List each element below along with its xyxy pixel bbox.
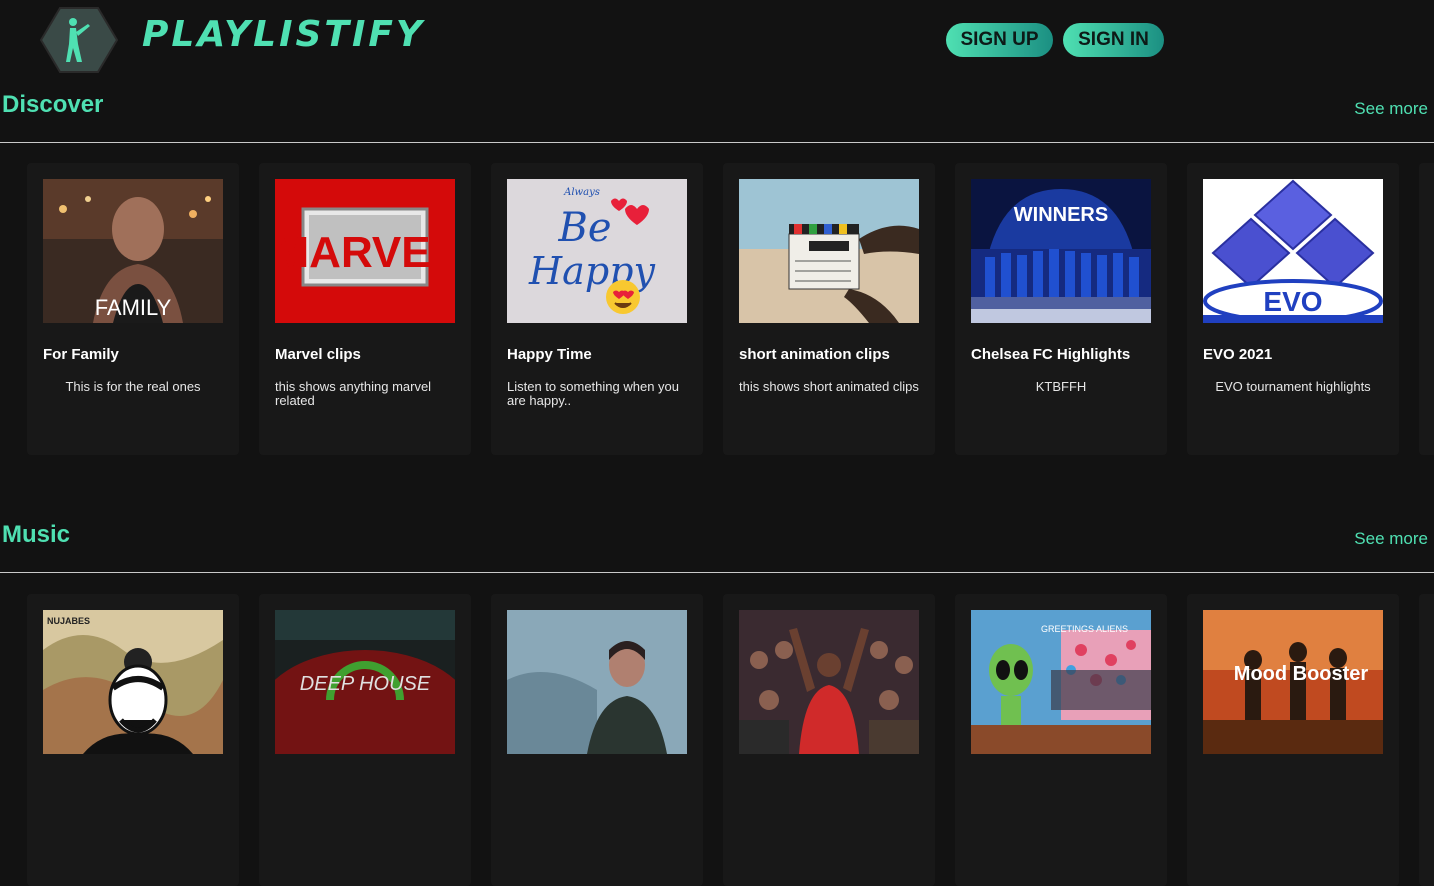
see-more-music-link[interactable]: See more [1354, 529, 1428, 549]
man-portrait-image [507, 610, 687, 754]
svg-text:NUJABES: NUJABES [47, 616, 90, 626]
card-description: this shows short animated clips [739, 379, 919, 394]
svg-text:Always: Always [563, 187, 600, 198]
see-more-discover-link[interactable]: See more [1354, 99, 1428, 119]
playlist-card[interactable]: NUJABES [27, 594, 239, 886]
marvel-logo-image: MARVEL [275, 179, 455, 323]
svg-text:Be: Be [557, 205, 611, 251]
brand-name[interactable]: PLAYLISTIFY [142, 14, 425, 55]
playlist-card[interactable]: EVO EVO 2021 EVO tournament highlights [1187, 163, 1399, 455]
card-title: EVO 2021 [1203, 346, 1273, 363]
header: PLAYLISTIFY SIGN UP SIGN IN [0, 0, 1434, 82]
card-description: EVO tournament highlights [1215, 379, 1371, 394]
deep-house-image: DEEP HOUSE [275, 610, 455, 754]
svg-text:DEEP HOUSE: DEEP HOUSE [300, 673, 431, 695]
sign-up-button[interactable]: SIGN UP [946, 23, 1053, 57]
card-description: This is for the real ones [65, 379, 201, 394]
card-title: Chelsea FC Highlights [971, 346, 1131, 363]
svg-text:FAMILY: FAMILY [95, 295, 172, 320]
svg-text:Happy: Happy [528, 249, 655, 293]
logo[interactable] [39, 6, 119, 74]
svg-text:EVO: EVO [1263, 286, 1322, 317]
svg-text:WINNERS: WINNERS [1014, 204, 1108, 226]
card-description: Listen to something when you are happy.. [507, 379, 679, 408]
nujabes-album-image: NUJABES [43, 610, 223, 754]
playlist-card[interactable]: MARVEL Marvel clips this shows anything … [259, 163, 471, 455]
playlist-card[interactable] [491, 594, 703, 886]
alien-mural-image: GREETINGS ALIENS [971, 610, 1151, 754]
playlist-card[interactable]: DEEP HOUSE [259, 594, 471, 886]
evo-logo-image: EVO [1203, 179, 1383, 323]
playlist-card-partial[interactable] [1419, 163, 1434, 455]
card-title: short animation clips [739, 346, 890, 363]
playlist-card[interactable]: WINNERS Chelsea FC Highlights KTBFFH [955, 163, 1167, 455]
family-poster-image: FAMILY [43, 179, 223, 323]
card-title: For Family [43, 346, 119, 363]
svg-text:GREETINGS ALIENS: GREETINGS ALIENS [1041, 624, 1128, 634]
card-description: this shows anything marvel related [275, 379, 432, 408]
card-title: Happy Time [507, 346, 592, 363]
be-happy-image: Always Be Happy [507, 179, 687, 323]
playlist-card[interactable] [723, 594, 935, 886]
mood-booster-image: Mood Booster [1203, 610, 1383, 754]
playlist-card[interactable]: FAMILY For Family This is for the real o… [27, 163, 239, 455]
playlist-card[interactable]: short animation clips this shows short a… [723, 163, 935, 455]
clapperboard-image [739, 179, 919, 323]
playlist-card-partial[interactable] [1419, 594, 1434, 886]
card-title: Marvel clips [275, 346, 361, 363]
chelsea-winners-image: WINNERS [971, 179, 1151, 323]
card-description: KTBFFH [1035, 379, 1087, 394]
svg-text:Mood Booster: Mood Booster [1234, 663, 1369, 685]
section-title-music: Music [2, 521, 71, 548]
concert-crowd-image [739, 610, 919, 754]
section-title-discover: Discover [2, 91, 104, 118]
sign-in-button[interactable]: SIGN IN [1063, 23, 1164, 57]
playlist-card[interactable]: GREETINGS ALIENS [955, 594, 1167, 886]
svg-text:MARVEL: MARVEL [275, 228, 455, 277]
playlist-card[interactable]: Always Be Happy Happy Time Listen to som… [491, 163, 703, 455]
playlist-card[interactable]: Mood Booster [1187, 594, 1399, 886]
divider [0, 572, 1434, 573]
divider [0, 142, 1434, 143]
